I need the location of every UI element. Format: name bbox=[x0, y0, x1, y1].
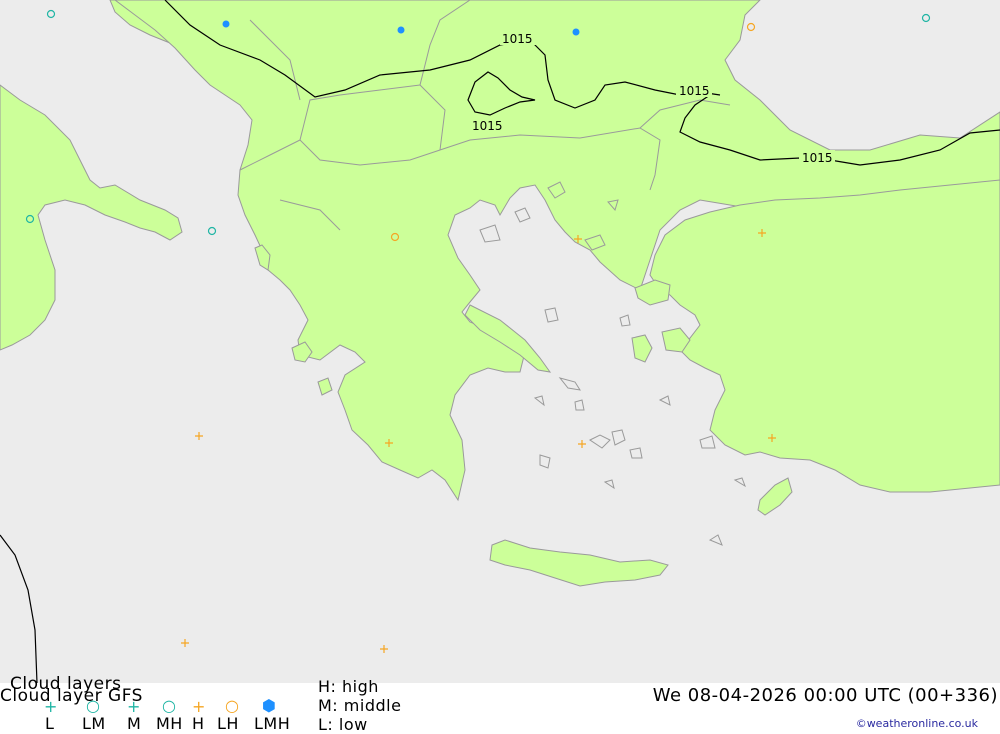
weather-map: 1015 1015 1015 1015 bbox=[0, 0, 1000, 683]
legend-code-mh: MH bbox=[156, 714, 183, 733]
title-line-2: Cloud layer GFS bbox=[0, 686, 143, 706]
key-middle: M: middle bbox=[318, 696, 402, 715]
legend-code-lm: LM bbox=[82, 714, 106, 733]
legend-code-lmh: LMH bbox=[254, 714, 291, 733]
isobar-label-3: 1015 bbox=[472, 119, 503, 133]
lmh-cloud-marker bbox=[397, 26, 405, 34]
lmh-cloud-marker bbox=[572, 28, 580, 36]
isobar-label-2: 1015 bbox=[679, 84, 710, 98]
key-high: H: high bbox=[318, 677, 379, 696]
legend-circle-icon-lh: ○ bbox=[225, 696, 239, 715]
lmh-cloud-marker bbox=[222, 20, 230, 28]
isobar-label-1: 1015 bbox=[502, 32, 533, 46]
legend-filled-hexagon-icon-lmh: ⬢ bbox=[262, 696, 276, 715]
legend-circle-icon-mh: ○ bbox=[162, 696, 176, 715]
key-low: L: low bbox=[318, 715, 368, 734]
legend-plus-icon-l: + bbox=[44, 697, 58, 716]
legend-code-lh: LH bbox=[217, 714, 239, 733]
forecast-datetime: We 08-04-2026 00:00 UTC (00+336) bbox=[652, 685, 998, 706]
isobar-label-4: 1015 bbox=[802, 151, 833, 165]
legend-circle-icon-lm: ○ bbox=[86, 696, 100, 715]
legend-code-h: H bbox=[192, 714, 205, 733]
legend-plus-icon-h: + bbox=[192, 697, 206, 716]
legend-plus-icon-m: + bbox=[127, 697, 141, 716]
site-credit-link[interactable]: ©weatheronline.co.uk bbox=[856, 717, 978, 730]
legend-code-l: L bbox=[45, 714, 55, 733]
legend-code-m: M bbox=[127, 714, 142, 733]
